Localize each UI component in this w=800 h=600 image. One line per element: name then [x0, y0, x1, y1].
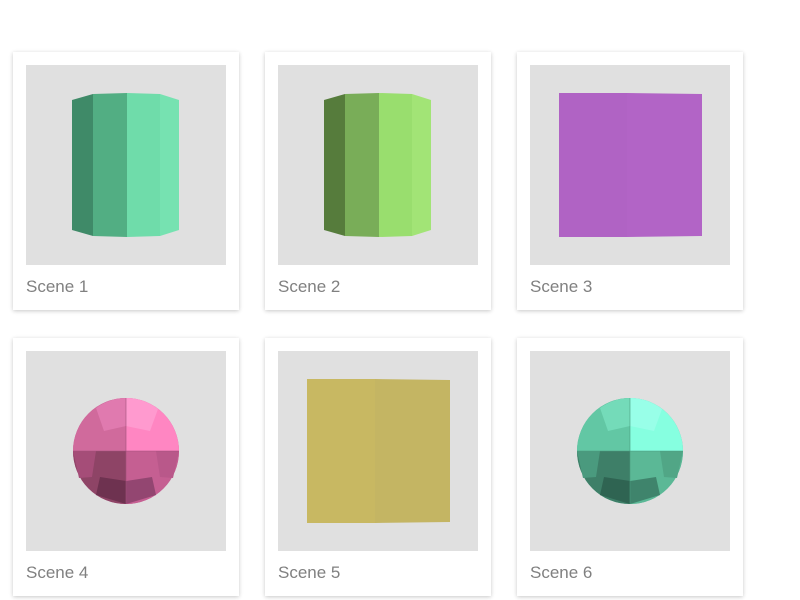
scene-label-6: Scene 6 [530, 563, 593, 582]
sphere-render [577, 398, 683, 504]
scene-card-3[interactable]: Scene 3 [517, 52, 743, 310]
cube-render [559, 93, 702, 237]
cube-render [307, 379, 450, 523]
sphere-render [73, 398, 179, 504]
scene-viewport-4[interactable] [26, 351, 226, 551]
scene-label-4: Scene 4 [26, 563, 89, 582]
scene-card-1[interactable]: Scene 1 [13, 52, 239, 310]
scene-label-5: Scene 5 [278, 563, 341, 582]
scene-card-5[interactable]: Scene 5 [265, 338, 491, 596]
scene-viewport-2[interactable] [278, 65, 478, 265]
scene-viewport-5[interactable] [278, 351, 478, 551]
scene-label-2: Scene 2 [278, 277, 341, 296]
scene-card-6[interactable]: Scene 6 [517, 338, 743, 596]
cylinder-render [72, 93, 179, 237]
scene-label-3: Scene 3 [530, 277, 593, 296]
scene-viewport-3[interactable] [530, 65, 730, 265]
scene-card-4[interactable]: Scene 4 [13, 338, 239, 596]
scene-label-1: Scene 1 [26, 277, 89, 296]
cylinder-render [324, 93, 431, 237]
scene-card-2[interactable]: Scene 2 [265, 52, 491, 310]
scene-viewport-6[interactable] [530, 351, 730, 551]
scene-viewport-1[interactable] [26, 65, 226, 265]
